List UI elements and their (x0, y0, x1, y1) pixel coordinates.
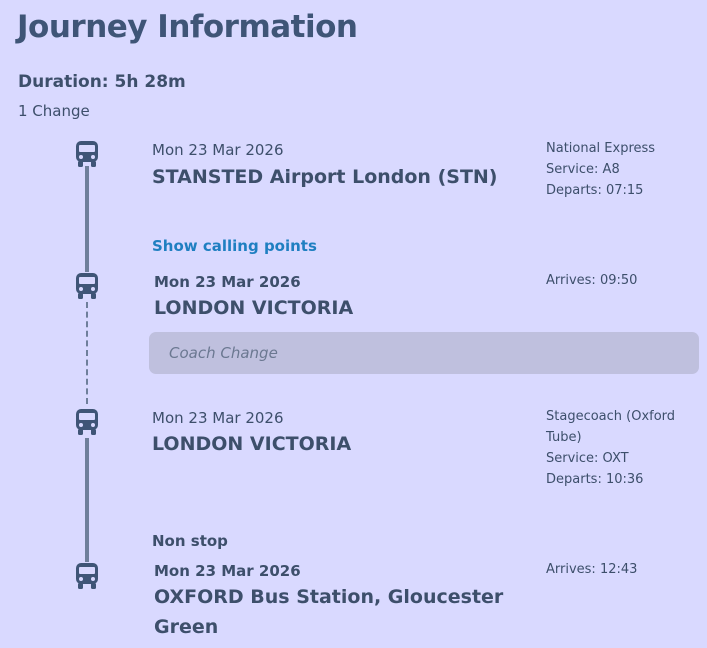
departure-date: Mon 23 Mar 2026 (152, 409, 284, 427)
operator-name-cont: Tube) (546, 430, 582, 445)
journey-changes: 1 Change (18, 102, 90, 120)
arrival-station: OXFORD Bus Station, Gloucester (154, 586, 504, 608)
arrival-time: Arrives: 12:43 (546, 562, 638, 577)
departure-date: Mon 23 Mar 2026 (152, 141, 284, 159)
arrival-station-cont: Green (154, 616, 219, 638)
operator-name: National Express (546, 141, 656, 156)
bus-icon (74, 140, 100, 168)
journey-duration: Duration: 5h 28m (18, 72, 186, 92)
arrival-station: LONDON VICTORIA (154, 297, 354, 319)
show-calling-points-link[interactable]: Show calling points (152, 237, 317, 255)
page-title: Journey Information (17, 9, 358, 45)
leg-2-details: Stagecoach (Oxford Tube) Service: OXT De… (546, 406, 696, 490)
arrival-time: Arrives: 09:50 (546, 273, 638, 288)
timeline-line-leg-1 (85, 166, 89, 272)
timeline-line-leg-2 (85, 438, 89, 562)
departure-station: LONDON VICTORIA (152, 433, 352, 455)
bus-icon (74, 408, 100, 436)
departure-time: Departs: 10:36 (546, 472, 644, 487)
timeline-line-change (86, 302, 88, 404)
service-number: Service: OXT (546, 451, 629, 466)
non-stop-label: Non stop (152, 532, 228, 550)
bus-icon (74, 272, 100, 300)
arrival-date: Mon 23 Mar 2026 (154, 273, 301, 291)
departure-time: Departs: 07:15 (546, 183, 644, 198)
bus-icon (74, 562, 100, 590)
leg-1-details: National Express Service: A8 Departs: 07… (546, 138, 696, 201)
arrival-date: Mon 23 Mar 2026 (154, 562, 301, 580)
coach-change-banner: Coach Change (149, 332, 699, 374)
operator-name: Stagecoach (Oxford (546, 409, 676, 424)
departure-station: STANSTED Airport London (STN) (152, 166, 498, 188)
service-number: Service: A8 (546, 162, 620, 177)
